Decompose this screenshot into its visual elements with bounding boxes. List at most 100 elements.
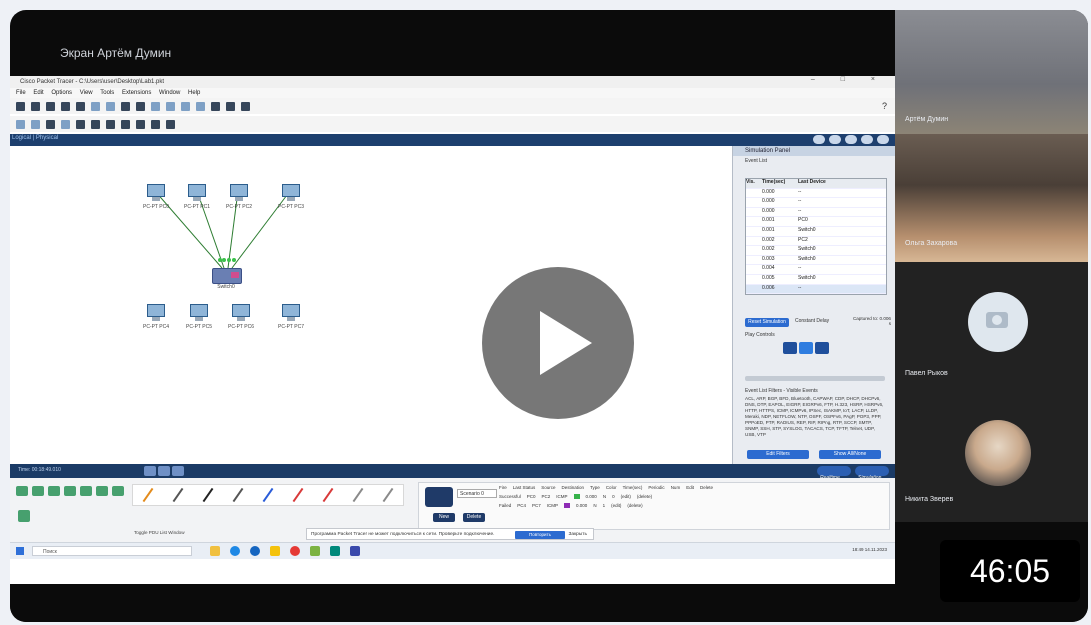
pc5-device[interactable] [190, 304, 208, 322]
delete-scenario-button[interactable]: Delete [463, 513, 485, 522]
menu-item-view[interactable]: View [80, 90, 93, 96]
capture-forward-icon[interactable] [815, 342, 829, 354]
note-icon[interactable] [76, 119, 85, 129]
add-complex-pdu-icon[interactable] [166, 119, 175, 129]
activity-wizard-icon[interactable] [76, 101, 85, 111]
serial-dte-icon[interactable] [322, 487, 334, 503]
paste-icon[interactable] [106, 101, 115, 111]
octal-cable-icon[interactable] [382, 487, 394, 503]
custom-devices-icon[interactable] [211, 101, 220, 111]
scenario-icon[interactable] [425, 487, 453, 507]
serial-dce-icon[interactable] [292, 487, 304, 503]
table-row[interactable]: 0.003 Switch0 [746, 256, 886, 266]
realtime-mode-button[interactable]: Realtime [817, 466, 851, 481]
viewport-toggle-icon[interactable] [877, 135, 889, 144]
new-scenario-button[interactable]: New [433, 513, 455, 522]
inspect-icon[interactable] [31, 119, 40, 129]
pc2-device[interactable] [230, 184, 248, 202]
set-background-icon[interactable] [861, 135, 873, 144]
draw-line-icon[interactable] [91, 119, 100, 129]
sub-category-icon[interactable] [18, 510, 30, 522]
network-info-icon[interactable] [226, 101, 235, 111]
delete-icon[interactable] [46, 119, 55, 129]
participant-tile[interactable]: Артём Думин [895, 10, 1088, 134]
table-row[interactable]: 0.000 -- [746, 208, 886, 218]
menu-item-extensions[interactable]: Extensions [122, 90, 151, 96]
pc4-device[interactable] [147, 304, 165, 322]
help-icon[interactable]: ? [882, 101, 887, 111]
play-icon[interactable] [799, 342, 813, 354]
wireless-icon[interactable] [64, 486, 76, 496]
security-icon[interactable] [80, 486, 92, 496]
app-icon[interactable] [310, 546, 320, 556]
notice-close-button[interactable]: Закрыть [569, 529, 587, 541]
edge-icon[interactable] [230, 546, 240, 556]
table-row[interactable]: 0.004 -- [746, 265, 886, 275]
zoom-in-icon[interactable] [151, 101, 160, 111]
straight-cable-icon[interactable] [202, 487, 214, 503]
browser-icon[interactable] [250, 546, 260, 556]
print-icon[interactable] [61, 101, 70, 111]
app-icon[interactable] [330, 546, 340, 556]
switches-icon[interactable] [32, 486, 44, 496]
show-all-none-button[interactable]: Show All/None [819, 450, 881, 459]
hubs-icon[interactable] [48, 486, 60, 496]
play-icon[interactable] [158, 466, 170, 476]
move-object-icon[interactable] [845, 135, 857, 144]
fiber-cable-icon[interactable] [262, 487, 274, 503]
notice-action-button[interactable]: Повторить [515, 531, 565, 539]
taskbar-search[interactable]: Поиск [32, 546, 192, 556]
new-icon[interactable] [16, 101, 25, 111]
routers-icon[interactable] [16, 486, 28, 496]
pc1-device[interactable] [188, 184, 206, 202]
pc6-device[interactable] [232, 304, 250, 322]
pc7-device[interactable] [282, 304, 300, 322]
opera-icon[interactable] [290, 546, 300, 556]
constant-delay-checkbox[interactable]: Constant Delay [795, 318, 829, 324]
select-icon[interactable] [16, 119, 25, 129]
drawing-palette-icon[interactable] [196, 101, 205, 111]
edit-filters-button[interactable]: Edit Filters [747, 450, 809, 459]
table-row[interactable]: 0.005 Switch0 [746, 275, 886, 285]
speed-slider[interactable] [745, 376, 885, 381]
participant-tile[interactable]: Ольга Захарова [895, 134, 1088, 262]
root-icon[interactable] [813, 135, 825, 144]
simulation-mode-button[interactable]: Simulation [855, 466, 889, 481]
resize-icon[interactable] [61, 119, 70, 129]
menu-item-window[interactable]: Window [159, 90, 180, 96]
table-row[interactable]: 0.001 Switch0 [746, 227, 886, 237]
table-row[interactable]: 0.006 -- [746, 284, 886, 295]
coaxial-cable-icon[interactable] [352, 487, 364, 503]
table-row[interactable]: 0.000 -- [746, 198, 886, 208]
auto-cable-icon[interactable] [142, 487, 154, 503]
video-card[interactable]: Экран Артём Думин Cisco Packet Tracer - … [10, 10, 1088, 622]
table-row[interactable]: 0.002 PC2 [746, 237, 886, 247]
window-controls[interactable]: – □ × [811, 76, 887, 83]
pc3-device[interactable] [282, 184, 300, 202]
participant-tile[interactable]: Никита Зверев [895, 402, 1088, 522]
add-simple-pdu-icon[interactable] [151, 119, 160, 129]
windows-start-icon[interactable] [16, 547, 24, 555]
menu-item-help[interactable]: Help [188, 90, 200, 96]
table-row[interactable]: 0.001 PC0 [746, 217, 886, 227]
viewport-icon[interactable] [241, 101, 250, 111]
new-cluster-icon[interactable] [829, 135, 841, 144]
scenario-select[interactable]: Scenario 0 [457, 489, 497, 498]
participant-tile[interactable]: Павел Рыков [895, 262, 1088, 402]
packet-tracer-icon[interactable] [350, 546, 360, 556]
table-row[interactable]: 0.002 Switch0 [746, 246, 886, 256]
open-icon[interactable] [31, 101, 40, 111]
switch0-device[interactable] [212, 268, 242, 284]
zoom-out-icon[interactable] [181, 101, 190, 111]
save-icon[interactable] [46, 101, 55, 111]
freeform-icon[interactable] [136, 119, 145, 129]
reset-simulation-button[interactable]: Reset Simulation [745, 318, 789, 327]
undo-icon[interactable] [121, 101, 130, 111]
yandex-icon[interactable] [270, 546, 280, 556]
table-row[interactable]: 0.000 -- [746, 189, 886, 199]
zoom-reset-icon[interactable] [166, 101, 175, 111]
crossover-cable-icon[interactable] [232, 487, 244, 503]
end-devices-icon[interactable] [112, 486, 124, 496]
back-icon[interactable] [144, 466, 156, 476]
redo-icon[interactable] [136, 101, 145, 111]
